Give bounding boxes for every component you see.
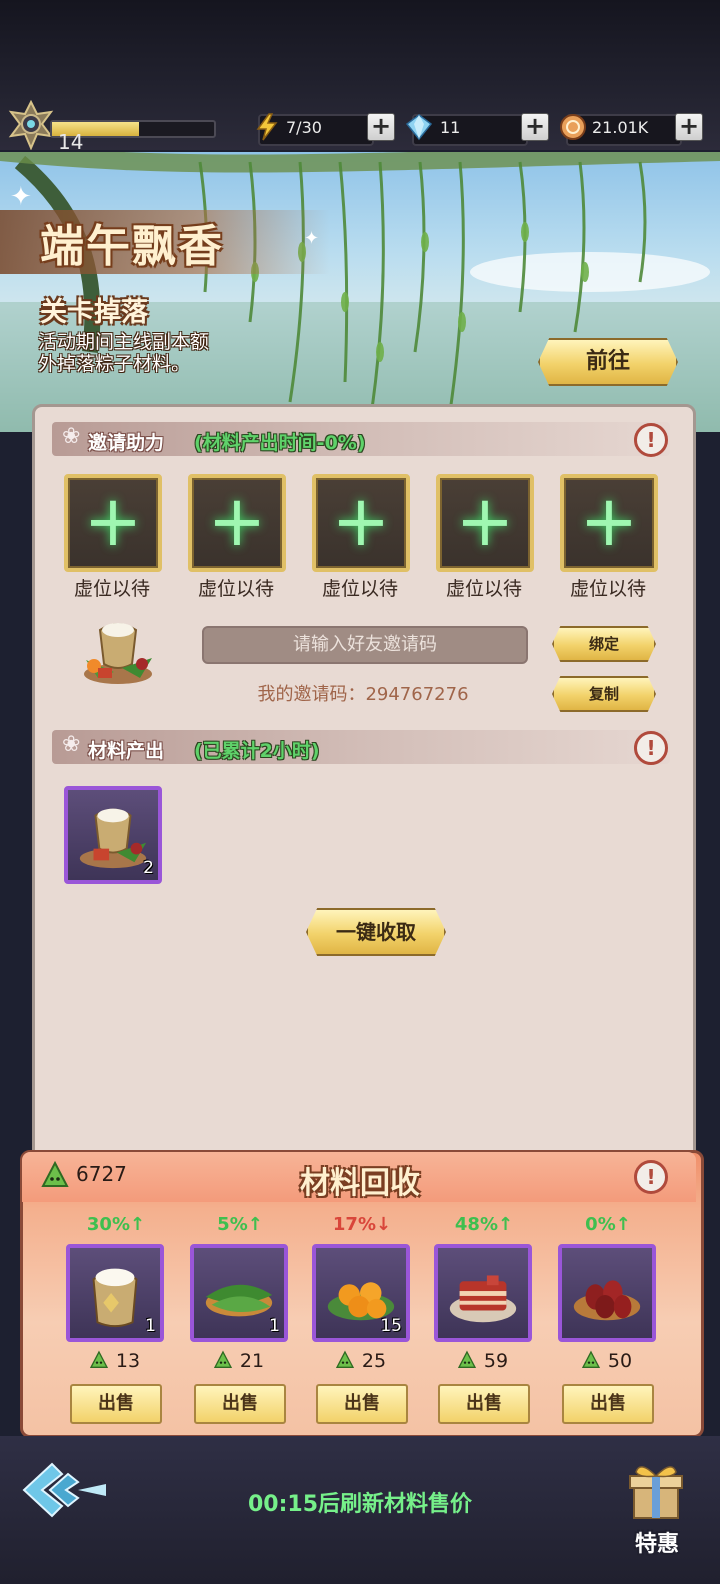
material-tile-rice[interactable]: 1 — [66, 1244, 164, 1342]
coin-icon — [560, 114, 586, 140]
zongzi-currency-icon — [335, 1350, 354, 1368]
drop-title: 关卡掉落 — [40, 297, 148, 328]
event-title: 端午飘香 — [40, 221, 224, 272]
goto-button[interactable]: 前往 — [538, 338, 678, 386]
jujube-icon — [573, 1280, 641, 1321]
zongzi-currency-icon — [213, 1350, 232, 1368]
produced-item-tile[interactable]: 2 — [64, 786, 162, 884]
invite-slot[interactable]: + — [64, 474, 162, 572]
slot-label: 虚位以待 — [197, 578, 274, 600]
zongzi-currency-icon — [89, 1350, 108, 1368]
recycle-title: 材料回收 — [300, 1166, 420, 1201]
slot-label: 虚位以待 — [445, 578, 522, 600]
zongzi-materials-icon — [79, 808, 147, 869]
sell-price: 50 — [546, 1350, 666, 1372]
zongzi-currency-icon — [581, 1350, 600, 1368]
add-icon: + — [331, 480, 391, 562]
sparkle-icon: ✦ — [10, 182, 32, 212]
diamond-value: 11 — [440, 118, 461, 137]
add-icon: + — [83, 480, 143, 562]
invite-section-note: (材料产出时间-0%) — [194, 432, 366, 454]
info-icon[interactable]: ! — [634, 731, 668, 765]
price-change: 5%↑ — [217, 1214, 263, 1235]
flower-icon: ❀ — [62, 732, 81, 757]
sell-price-value: 25 — [361, 1350, 387, 1372]
price-refresh-timer: 00:15后刷新材料售价 — [247, 1492, 473, 1517]
add-diamond-button[interactable]: + — [521, 113, 549, 141]
item-count: 2 — [143, 858, 154, 878]
invite-slot[interactable]: + — [560, 474, 658, 572]
slot-label: 虚位以待 — [73, 578, 150, 600]
drop-description-line: 外掉落粽子材料。 — [38, 353, 191, 375]
sell-button[interactable]: 出售 — [70, 1384, 162, 1424]
back-arrow-icon[interactable] — [22, 1460, 108, 1520]
lightning-icon — [256, 113, 278, 141]
add-icon: + — [207, 480, 267, 562]
price-change: 30%↑ — [86, 1214, 146, 1235]
invite-slot[interactable]: + — [188, 474, 286, 572]
material-tile-leaves[interactable]: 1 — [190, 1244, 288, 1342]
copy-button[interactable]: 复制 — [552, 676, 656, 712]
rice-sack-icon — [92, 1268, 138, 1328]
bamboo-leaves-icon — [205, 1284, 273, 1317]
info-icon[interactable]: ! — [634, 423, 668, 457]
sell-price: 21 — [178, 1350, 298, 1372]
zongzi-currency-count: 6727 — [76, 1162, 127, 1186]
item-count: 15 — [380, 1316, 402, 1336]
sell-price: 59 — [422, 1350, 542, 1372]
price-change: 0%↑ — [585, 1214, 631, 1235]
add-icon: + — [455, 480, 515, 562]
zongzi-materials-icon — [84, 623, 152, 684]
production-section-note: (已累计2小时) — [194, 740, 320, 762]
material-tile-egg-yolk[interactable]: 15 — [312, 1244, 410, 1342]
sell-price: 25 — [300, 1350, 420, 1372]
collect-all-button[interactable]: 一键收取 — [306, 908, 446, 956]
sell-button[interactable]: 出售 — [194, 1384, 286, 1424]
special-offer-label[interactable]: 特惠 — [622, 1526, 692, 1558]
item-count: 1 — [145, 1316, 156, 1336]
zongzi-currency-icon — [457, 1350, 476, 1368]
invite-slot[interactable]: + — [312, 474, 410, 572]
item-count: 1 — [269, 1316, 280, 1336]
flower-icon: ❀ — [62, 424, 81, 449]
pork-belly-icon — [449, 1275, 517, 1323]
sell-price-value: 13 — [115, 1350, 141, 1372]
sell-button[interactable]: 出售 — [316, 1384, 408, 1424]
bind-button[interactable]: 绑定 — [552, 626, 656, 662]
coin-value: 21.01K — [592, 118, 649, 137]
sell-price-value: 50 — [607, 1350, 633, 1372]
invite-slot[interactable]: + — [436, 474, 534, 572]
invite-section-title: 邀请助力 — [88, 432, 165, 454]
material-tile-jujube[interactable] — [558, 1244, 656, 1342]
add-icon: + — [579, 480, 639, 562]
diamond-icon — [405, 114, 433, 141]
zongzi-currency-icon — [41, 1160, 69, 1187]
info-icon[interactable]: ! — [634, 1160, 668, 1194]
invite-code-input[interactable]: 请输入好友邀请码 — [202, 626, 528, 664]
player-level: 14 — [58, 130, 84, 154]
gift-box-icon[interactable] — [626, 1458, 686, 1522]
sell-price: 13 — [54, 1350, 174, 1372]
sell-button[interactable]: 出售 — [562, 1384, 654, 1424]
production-section-title: 材料产出 — [88, 740, 165, 762]
material-tile-pork[interactable] — [434, 1244, 532, 1342]
my-invite-code: 我的邀请码：294767276 — [257, 684, 469, 705]
add-energy-button[interactable]: + — [367, 113, 395, 141]
price-change: 48%↑ — [454, 1214, 514, 1235]
sell-price-value: 59 — [483, 1350, 509, 1372]
sell-price-value: 21 — [239, 1350, 265, 1372]
slot-label: 虚位以待 — [569, 578, 646, 600]
sparkle-icon: ✦ — [304, 228, 320, 249]
add-coin-button[interactable]: + — [675, 113, 703, 141]
slot-label: 虚位以待 — [321, 578, 398, 600]
energy-value: 7/30 — [286, 118, 322, 137]
drop-description-line: 活动期间主线副本额 — [38, 331, 210, 353]
level-emblem-icon — [8, 100, 54, 150]
price-change: 17%↓ — [332, 1214, 392, 1235]
sell-button[interactable]: 出售 — [438, 1384, 530, 1424]
drop-description: 活动期间主线副本额 外掉落粽子材料。 — [38, 331, 268, 375]
